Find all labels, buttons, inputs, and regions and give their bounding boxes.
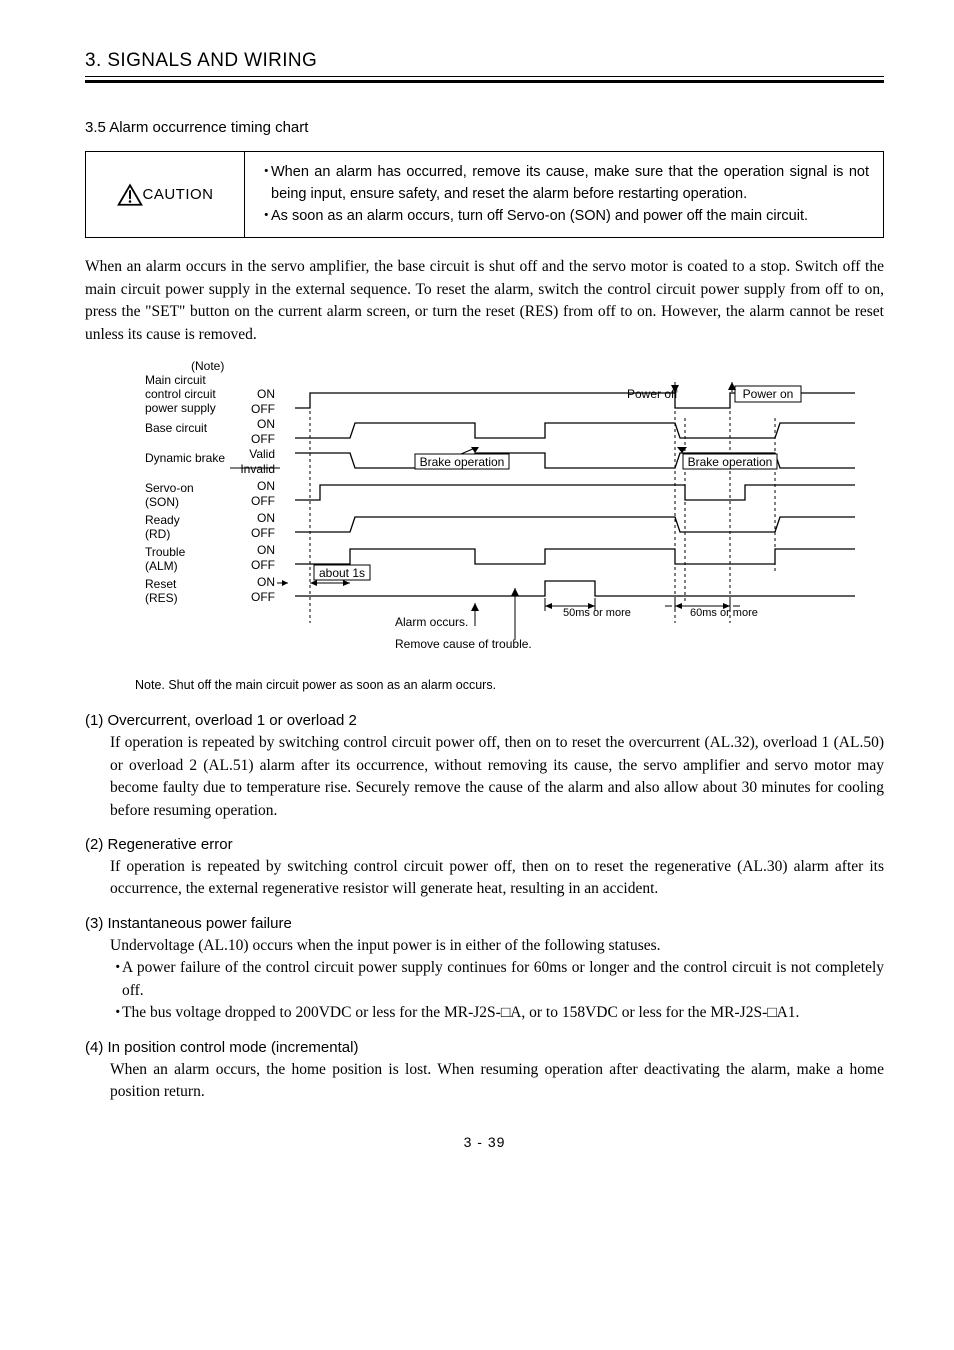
- row-main-l3: power supply: [145, 401, 216, 415]
- chapter-rule: [85, 76, 884, 83]
- svg-text:Ready: Ready: [145, 513, 180, 527]
- svg-text:(ALM): (ALM): [145, 559, 178, 573]
- row-main-l2: control circuit: [145, 387, 216, 401]
- svg-text:OFF: OFF: [251, 432, 275, 446]
- bullet-mark: ・: [259, 162, 271, 206]
- caution-item-1: When an alarm has occurred, remove its c…: [271, 162, 869, 206]
- svg-text:ON: ON: [257, 479, 275, 493]
- svg-text:OFF: OFF: [251, 402, 275, 416]
- svg-text:ON: ON: [257, 543, 275, 557]
- bullet-mark: ・: [110, 1002, 122, 1024]
- caution-item-2: As soon as an alarm occurs, turn off Ser…: [271, 206, 808, 228]
- item4-heading: (4) In position control mode (incrementa…: [85, 1039, 884, 1056]
- svg-text:(RD): (RD): [145, 527, 170, 541]
- svg-text:Dynamic brake: Dynamic brake: [145, 451, 225, 465]
- svg-text:(SON): (SON): [145, 495, 179, 509]
- svg-text:60ms or more: 60ms or more: [690, 607, 758, 619]
- svg-text:ON: ON: [257, 387, 275, 401]
- subsection-title: 3.5 Alarm occurrence timing chart: [85, 119, 884, 136]
- item3-bullet1: A power failure of the control circuit p…: [122, 957, 884, 1002]
- svg-text:Servo-on: Servo-on: [145, 481, 194, 495]
- svg-text:Valid: Valid: [249, 447, 275, 461]
- item2-body: If operation is repeated by switching co…: [110, 856, 884, 901]
- svg-text:Brake operation: Brake operation: [688, 455, 773, 469]
- item4-body: When an alarm occurs, the home position …: [110, 1059, 884, 1104]
- row-main-l1: Main circuit: [145, 373, 206, 387]
- svg-text:Trouble: Trouble: [145, 545, 186, 559]
- svg-text:OFF: OFF: [251, 558, 275, 572]
- caution-label: CAUTION: [143, 186, 214, 203]
- item3-intro: Undervoltage (AL.10) occurs when the inp…: [110, 935, 884, 957]
- chart-note-head: (Note): [191, 359, 224, 373]
- svg-text:Invalid: Invalid: [240, 462, 275, 476]
- svg-text:OFF: OFF: [251, 494, 275, 508]
- svg-text:Remove cause of trouble.: Remove cause of trouble.: [395, 637, 532, 651]
- bullet-mark: ・: [259, 206, 271, 228]
- svg-text:50ms or more: 50ms or more: [563, 607, 631, 619]
- svg-text:ON: ON: [257, 575, 275, 589]
- svg-text:ON: ON: [257, 417, 275, 431]
- svg-text:Reset: Reset: [145, 577, 177, 591]
- item1-heading: (1) Overcurrent, overload 1 or overload …: [85, 712, 884, 729]
- caution-box: CAUTION ・ When an alarm has occurred, re…: [85, 151, 884, 238]
- item3-bullet2: The bus voltage dropped to 200VDC or les…: [122, 1002, 884, 1024]
- svg-text:OFF: OFF: [251, 526, 275, 540]
- item1-body: If operation is repeated by switching co…: [110, 732, 884, 822]
- svg-text:(RES): (RES): [145, 591, 178, 605]
- intro-paragraph: When an alarm occurs in the servo amplif…: [85, 256, 884, 346]
- svg-text:about 1s: about 1s: [319, 566, 365, 580]
- svg-text:Brake operation: Brake operation: [420, 455, 505, 469]
- svg-text:OFF: OFF: [251, 590, 275, 604]
- caution-triangle-icon: [117, 183, 143, 207]
- svg-text:Power on: Power on: [743, 387, 794, 401]
- page-number: 3 - 39: [85, 1134, 884, 1150]
- svg-text:Power off: Power off: [627, 387, 678, 401]
- item3-body: Undervoltage (AL.10) occurs when the inp…: [110, 935, 884, 1025]
- svg-text:ON: ON: [257, 511, 275, 525]
- item3-heading: (3) Instantaneous power failure: [85, 915, 884, 932]
- svg-text:Base circuit: Base circuit: [145, 421, 208, 435]
- timing-chart: (Note) Main circuit control circuit powe…: [125, 358, 884, 668]
- svg-text:Alarm occurs.: Alarm occurs.: [395, 615, 468, 629]
- chart-note: Note. Shut off the main circuit power as…: [135, 678, 884, 692]
- bullet-mark: ・: [110, 957, 122, 1002]
- chapter-title: 3. SIGNALS AND WIRING: [85, 50, 884, 72]
- caution-left-cell: CAUTION: [86, 152, 245, 238]
- caution-text: ・ When an alarm has occurred, remove its…: [245, 152, 884, 238]
- item2-heading: (2) Regenerative error: [85, 836, 884, 853]
